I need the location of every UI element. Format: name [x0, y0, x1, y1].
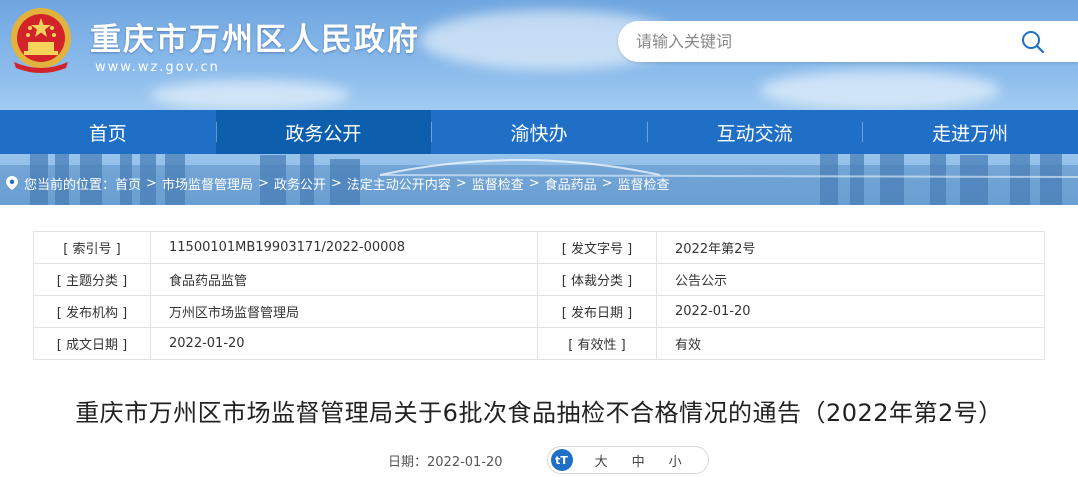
- meta-value: 11500101MB19903171/2022-00008: [150, 231, 538, 264]
- location-pin-icon: [6, 176, 18, 190]
- meta-value: 食品药品监管: [150, 263, 538, 296]
- article-title: 重庆市万州区市场监督管理局关于6批次食品抽检不合格情况的通告（2022年第2号）: [75, 399, 1003, 427]
- meta-row: [ 索引号 ] 11500101MB19903171/2022-00008 [ …: [33, 231, 1045, 264]
- meta-row: [ 成文日期 ] 2022-01-20 [ 有效性 ] 有效: [33, 327, 1045, 360]
- breadcrumb: 您当前的位置： 首页 > 市场监督管理局 > 政务公开 > 法定主动公开内容 >…: [6, 172, 670, 194]
- document-meta-table: [ 索引号 ] 11500101MB19903171/2022-00008 [ …: [33, 231, 1045, 360]
- breadcrumb-separator: >: [455, 175, 467, 191]
- main-nav: 首页 政务公开 渝快办 互动交流 走进万州: [0, 110, 1078, 154]
- article-meta: 日期：2022-01-20 tT 大 中 小: [388, 446, 709, 474]
- meta-key: [ 成文日期 ]: [33, 327, 151, 360]
- meta-value: 公告公示: [656, 263, 1045, 296]
- search-input[interactable]: [636, 29, 1016, 54]
- meta-value: 2022年第2号: [656, 231, 1045, 264]
- meta-key: [ 索引号 ]: [33, 231, 151, 264]
- breadcrumb-separator: >: [528, 175, 540, 191]
- font-size-small-button[interactable]: 小: [669, 451, 682, 470]
- font-size-large-button[interactable]: 大: [595, 451, 608, 470]
- meta-value: 2022-01-20: [150, 327, 538, 360]
- meta-key: [ 发布日期 ]: [537, 295, 657, 328]
- publish-date: 日期：2022-01-20: [388, 454, 503, 470]
- national-emblem-icon: [11, 8, 71, 73]
- breadcrumb-link[interactable]: 监督检查: [472, 174, 524, 193]
- site-url: www.wz.gov.cn: [95, 60, 220, 75]
- breadcrumb-separator: >: [330, 175, 342, 191]
- breadcrumb-link[interactable]: 法定主动公开内容: [347, 174, 451, 193]
- breadcrumb-separator: >: [601, 175, 613, 191]
- breadcrumb-link[interactable]: 市场监督管理局: [162, 174, 253, 193]
- nav-item-gov-affairs[interactable]: 政务公开: [215, 110, 432, 154]
- breadcrumb-link[interactable]: 监督检查: [618, 174, 670, 193]
- nav-item-about-wanzhou[interactable]: 走进万州: [862, 110, 1078, 154]
- search-icon[interactable]: [1020, 29, 1046, 55]
- meta-value: 有效: [656, 327, 1045, 360]
- meta-key: [ 体裁分类 ]: [537, 263, 657, 296]
- meta-value: 万州区市场监督管理局: [150, 295, 538, 328]
- nav-item-home[interactable]: 首页: [0, 110, 216, 154]
- breadcrumb-link[interactable]: 食品药品: [545, 174, 597, 193]
- breadcrumb-link[interactable]: 政务公开: [274, 174, 326, 193]
- breadcrumb-separator: >: [146, 175, 157, 191]
- nav-item-yukuaiban[interactable]: 渝快办: [431, 110, 647, 154]
- breadcrumb-link[interactable]: 首页: [115, 174, 141, 193]
- header-banner: 重庆市万州区人民政府 www.wz.gov.cn 首页 政务公开 渝快办 互动交…: [0, 0, 1078, 205]
- breadcrumb-prefix: 您当前的位置：: [24, 177, 116, 193]
- cloud-decoration: [760, 70, 1000, 110]
- font-size-medium-button[interactable]: 中: [632, 451, 645, 470]
- site-title: 重庆市万州区人民政府: [90, 22, 420, 58]
- meta-key: [ 有效性 ]: [537, 327, 657, 360]
- meta-row: [ 发布机构 ] 万州区市场监督管理局 [ 发布日期 ] 2022-01-20: [33, 295, 1045, 328]
- breadcrumb-separator: >: [257, 175, 269, 191]
- font-size-control: tT 大 中 小: [546, 446, 709, 474]
- search-box: [618, 21, 1078, 62]
- meta-value: 2022-01-20: [656, 295, 1045, 328]
- nav-item-interaction[interactable]: 互动交流: [646, 110, 863, 154]
- meta-row: [ 主题分类 ] 食品药品监管 [ 体裁分类 ] 公告公示: [33, 263, 1045, 296]
- font-size-icon: tT: [550, 449, 573, 471]
- meta-key: [ 发文字号 ]: [537, 231, 657, 264]
- cloud-decoration: [150, 80, 350, 110]
- meta-key: [ 主题分类 ]: [33, 263, 151, 296]
- meta-key: [ 发布机构 ]: [33, 295, 151, 328]
